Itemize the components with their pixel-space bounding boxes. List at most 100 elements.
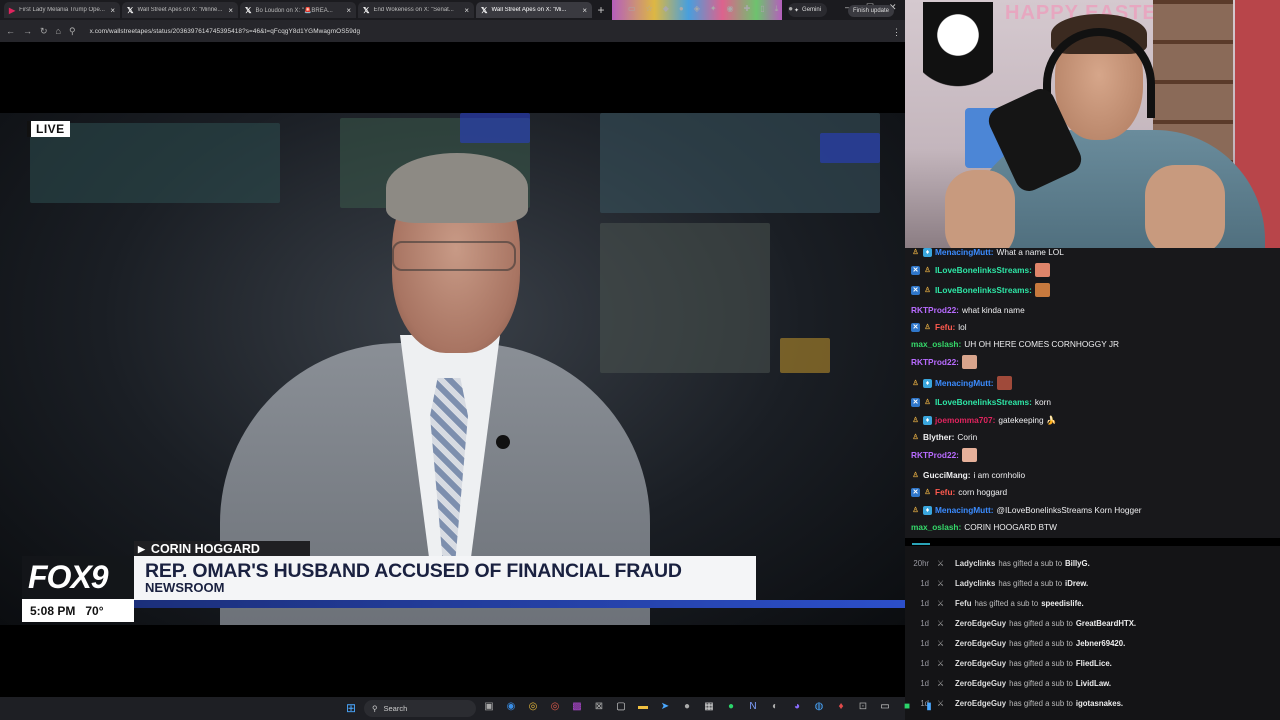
list-item: 1d ⚔ ZeroEdgeGuy has gifted a sub to igo…	[905, 693, 1280, 713]
site-info-icon[interactable]: ⚲	[69, 26, 76, 37]
file-explorer-icon[interactable]: ▬	[636, 701, 650, 712]
windows-start-icon[interactable]: ⊞	[346, 701, 356, 715]
chat-username[interactable]: joemomma707:	[935, 415, 995, 425]
app-icon[interactable]: ▮	[922, 701, 936, 712]
event-text: has gifted a sub to	[974, 598, 1039, 608]
event-age: 1d	[920, 678, 929, 688]
browser-tab[interactable]: 𝕏 End Wokeness on X: "Senat... ×	[358, 2, 474, 18]
terminal-icon[interactable]: ▢	[614, 701, 628, 712]
obs-icon[interactable]: ●	[680, 701, 694, 712]
chat-username[interactable]: Blyther:	[923, 432, 954, 442]
finish-update-label: Finish update	[853, 8, 890, 14]
spotify-icon[interactable]: ●	[724, 701, 738, 712]
emote-icon	[1034, 283, 1050, 297]
gemini-button[interactable]: ✦ Gemini	[788, 3, 828, 17]
time-temperature: 5:08 PM 70°	[22, 599, 134, 622]
toy-figure	[923, 2, 993, 112]
home-icon[interactable]: ⌂	[56, 26, 61, 36]
sidebar-icon[interactable]: ▯	[760, 4, 764, 14]
address-bar: ← → ↻ ⌂ ⚲ x.com/wallstreetapes/status/20…	[0, 20, 905, 42]
list-item: 20hr ⚔ Ladyclinks has gifted a sub to Bi…	[905, 553, 1280, 573]
search-icon: ⚲	[372, 704, 378, 713]
chat-message: ♙ Blyther: Corin	[911, 429, 977, 445]
chat-username[interactable]: max_oslash:	[911, 339, 961, 349]
event-age: 1d	[920, 638, 929, 648]
extension-icon[interactable]: ◈	[694, 4, 700, 14]
close-icon[interactable]: ×	[582, 6, 587, 15]
extension-icon[interactable]: ◆	[663, 4, 669, 14]
telegram-icon[interactable]: ➤	[658, 701, 672, 712]
forward-icon[interactable]: →	[23, 26, 32, 36]
twitch-icon[interactable]: ▩	[570, 701, 584, 712]
extension-icon[interactable]: ◉	[727, 4, 734, 14]
app-icon[interactable]: N	[746, 701, 760, 712]
close-icon[interactable]: ×	[110, 6, 115, 15]
chat-text: UH OH HERE COMES CORNHOGGY JR	[964, 339, 1120, 349]
app-icon[interactable]: ⊡	[856, 701, 870, 712]
back-icon[interactable]: ←	[6, 26, 15, 36]
chat-text: lol	[958, 322, 967, 332]
close-icon[interactable]: ×	[464, 6, 469, 15]
gift-badge-icon: ♙	[924, 287, 931, 294]
more-menu-icon[interactable]: ⋮	[892, 27, 901, 38]
edge-icon[interactable]: ◉	[504, 701, 518, 712]
app-icon[interactable]: ◍	[812, 701, 826, 712]
chat-username[interactable]: RKTProd22:	[911, 450, 959, 460]
chat-username[interactable]: RKTProd22:	[911, 305, 959, 315]
reload-icon[interactable]: ↻	[40, 26, 48, 37]
finish-update-button[interactable]: Finish update	[848, 5, 895, 17]
cast-icon[interactable]: ▭	[628, 4, 636, 14]
gift-sub-icon: ⚔	[937, 558, 945, 568]
chat-username[interactable]: ILoveBonelinksStreams:	[935, 285, 1032, 295]
chat-message: ♙ ♦ MenacingMutt:	[911, 375, 1012, 391]
sub-badge-icon: ✕	[911, 322, 920, 332]
sub-events-feed: 20hr ⚔ Ladyclinks has gifted a sub to Bi…	[905, 546, 1280, 720]
app-icon[interactable]: ■	[900, 701, 914, 712]
chat-message: max_oslash: CORIN HOOGARD BTW	[911, 519, 1057, 535]
app-icon[interactable]: ▭	[878, 701, 892, 712]
chrome-dev-icon[interactable]: ◎	[548, 701, 562, 712]
chat-username[interactable]: ILoveBonelinksStreams:	[935, 265, 1032, 275]
emote-icon	[961, 355, 977, 369]
browser-tab[interactable]: 𝕏 Wall Street Apes on X: "Minne... ×	[122, 2, 238, 18]
close-icon[interactable]: ×	[228, 6, 233, 15]
event-recipient: FliedLice.	[1075, 658, 1112, 668]
browser-tab[interactable]: 𝕏 Bo Loudon on X: "🚨BREA... ×	[240, 2, 356, 18]
live-badge: LIVE	[27, 121, 70, 137]
browser-tab[interactable]: ▶ First Lady Melania Trump Ope... ×	[4, 2, 120, 18]
chat-text: gatekeeping 🍌	[998, 414, 1057, 425]
chat-username[interactable]: GucciMang:	[923, 470, 970, 480]
tab-title: Bo Loudon on X: "🚨BREA...	[255, 7, 333, 14]
puzzle-icon[interactable]: ✚	[744, 4, 751, 14]
app-icon[interactable]: ◐	[768, 701, 782, 712]
video-player[interactable]: LIVE ▶ CORIN HOGGARD FOX9 5:08 PM 70° RE…	[0, 113, 905, 625]
discord-icon[interactable]: ◕	[790, 701, 804, 712]
avatar[interactable]: ●	[788, 4, 793, 14]
download-icon[interactable]: ⤓	[775, 4, 779, 14]
chat-username[interactable]: max_oslash:	[911, 522, 961, 532]
chat-username[interactable]: Fefu:	[935, 487, 955, 497]
taskbar-search[interactable]: ⚲ Search	[364, 700, 476, 717]
calculator-icon[interactable]: ▦	[702, 701, 716, 712]
app-icon[interactable]: ♦	[834, 701, 848, 712]
streamer-arm	[945, 170, 1015, 248]
browser-tab-active[interactable]: 𝕏 Wall Street Apes on X: "Mi... ×	[476, 2, 592, 18]
chat-username[interactable]: RKTProd22:	[911, 357, 959, 367]
close-icon[interactable]: ×	[346, 6, 351, 15]
chat-username[interactable]: MenacingMutt:	[935, 248, 994, 257]
chat-username[interactable]: MenacingMutt:	[935, 505, 994, 515]
chrome-icon[interactable]: ◎	[526, 701, 540, 712]
bookmark-star-icon[interactable]: ☆	[646, 4, 653, 14]
task-view-icon[interactable]: ▣	[482, 701, 496, 712]
new-tab-button[interactable]: +	[594, 3, 608, 17]
extension-icon[interactable]: ●	[679, 4, 684, 14]
tab-title: Wall Street Apes on X: "Mi...	[491, 7, 567, 13]
chat-username[interactable]: ILoveBonelinksStreams:	[935, 397, 1032, 407]
url-field[interactable]: x.com/wallstreetapes/status/203639761474…	[90, 28, 361, 35]
gift-badge-icon: ♙	[924, 324, 931, 331]
reporter-name-tag: ▶ CORIN HOGGARD	[134, 541, 310, 557]
chat-username[interactable]: Fefu:	[935, 322, 955, 332]
chat-username[interactable]: MenacingMutt:	[935, 378, 994, 388]
extension-icon[interactable]: ✦	[710, 4, 717, 14]
app-icon[interactable]: ⊠	[592, 701, 606, 712]
